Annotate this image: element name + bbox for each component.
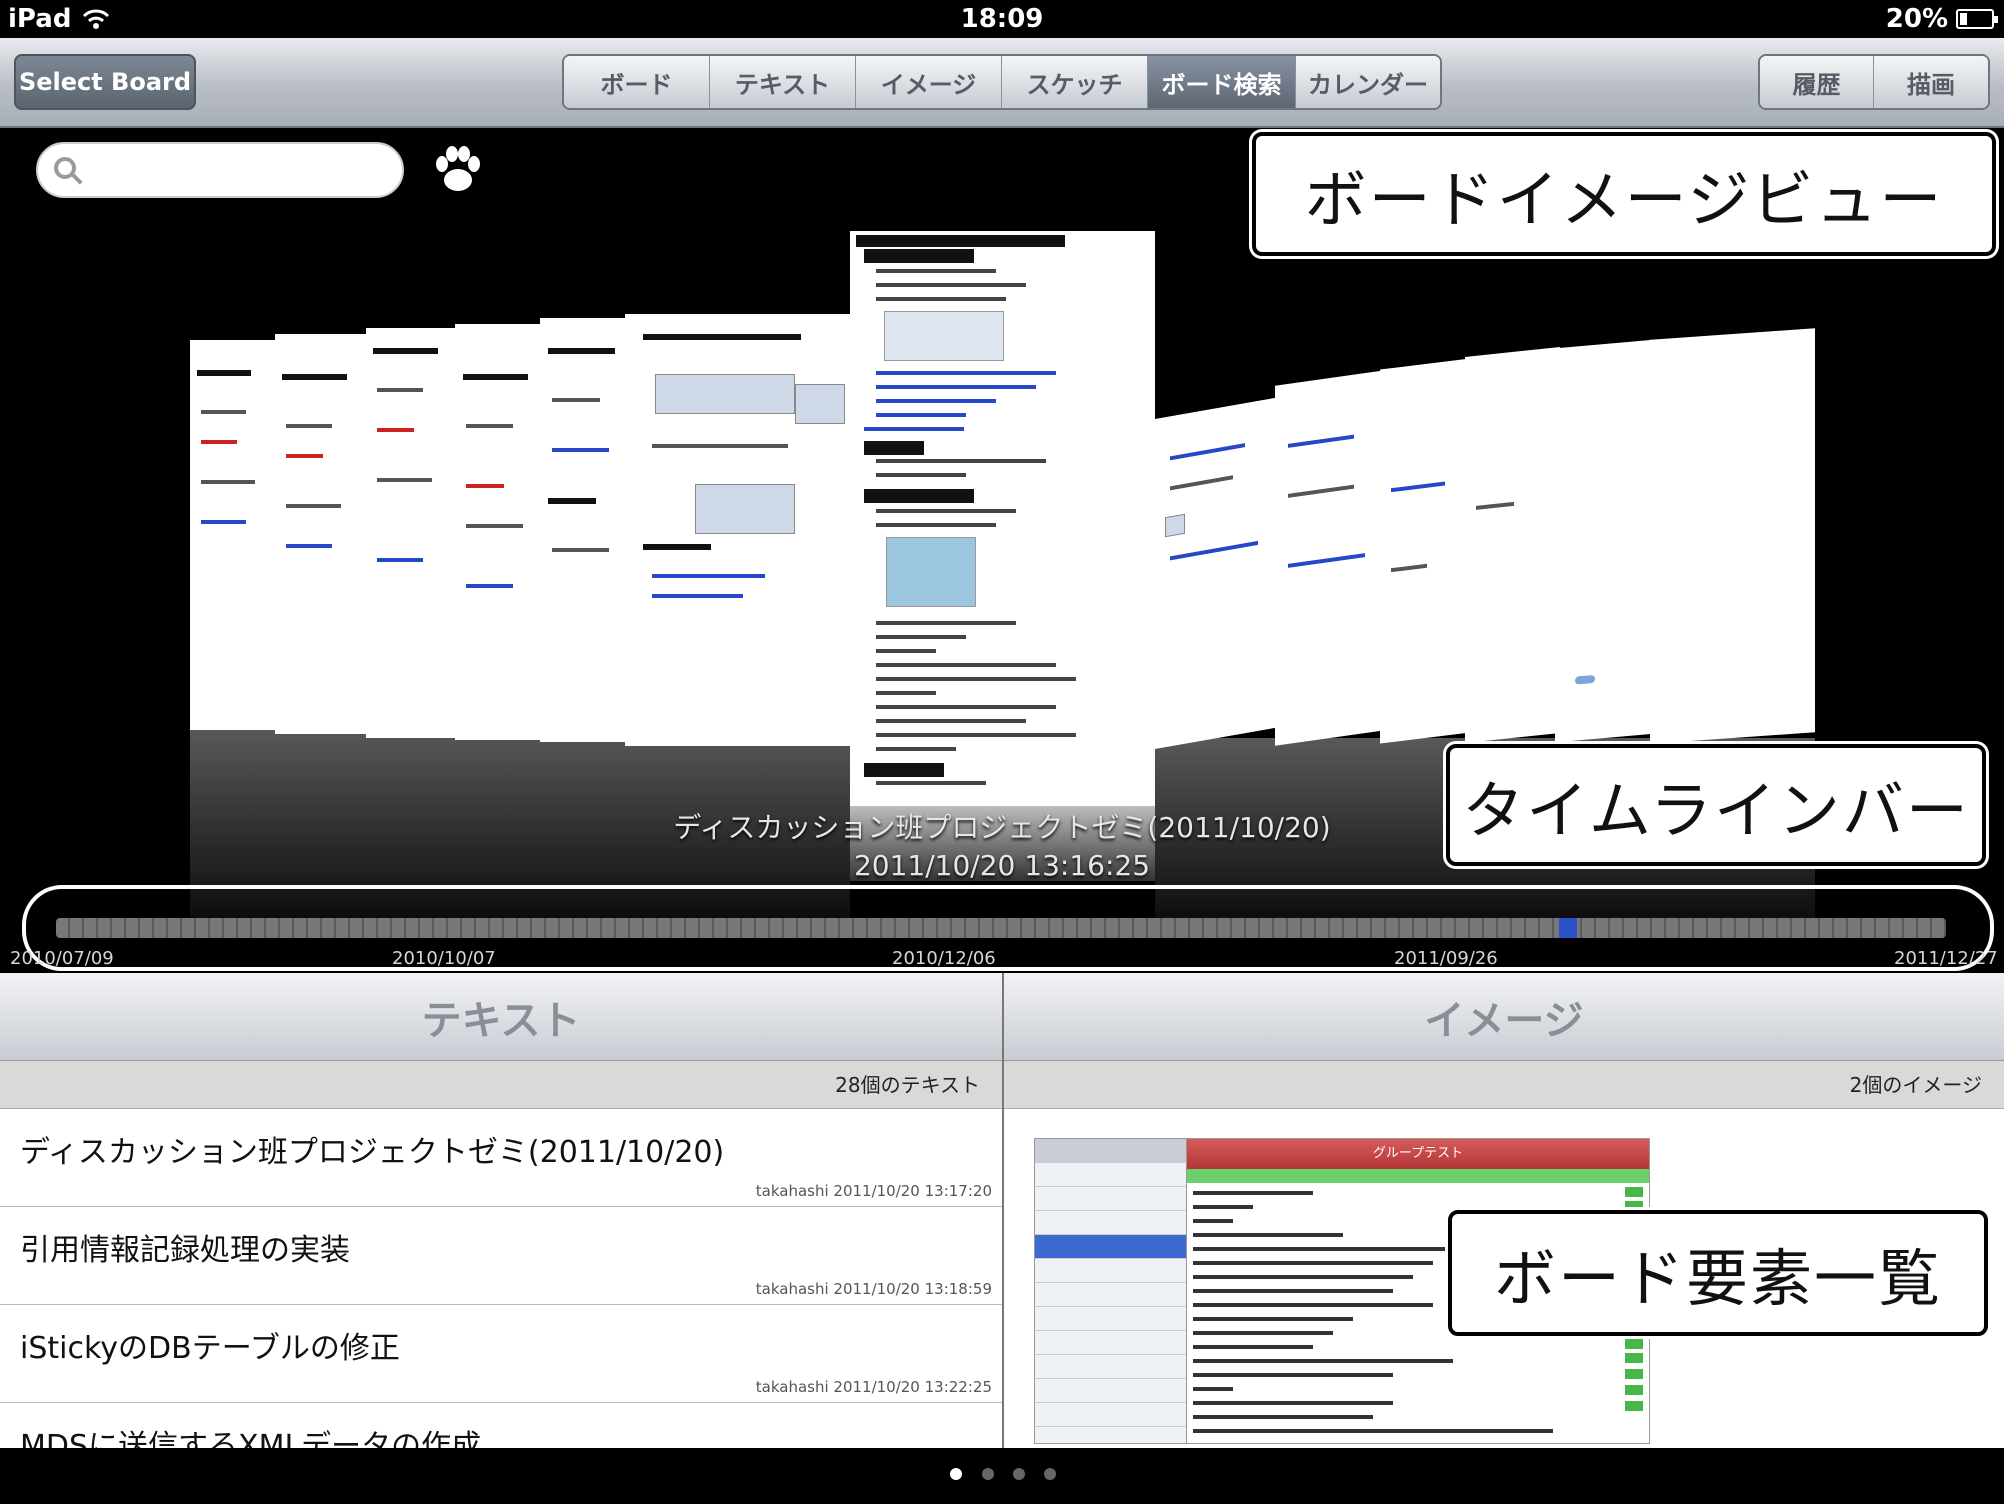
list-item-title: ディスカッション班プロジェクトゼミ(2011/10/20) [20, 1135, 725, 1170]
text-count: 28個のテキスト [0, 1061, 1002, 1109]
text-panel-header: テキスト [0, 973, 1002, 1061]
board-card[interactable] [1650, 328, 1815, 744]
board-card[interactable] [190, 340, 280, 730]
tab-calendar[interactable]: カレンダー [1296, 56, 1440, 108]
view-tabs: ボード テキスト イメージ スケッチ ボード検索 カレンダー [562, 54, 1442, 110]
status-right: 20% [1885, 4, 1998, 34]
select-board-button[interactable]: Select Board [14, 54, 196, 110]
timeline-thumb[interactable] [1559, 918, 1577, 938]
board-card-selected[interactable] [850, 231, 1155, 881]
callout-timeline-bar: タイムラインバー [1446, 744, 1986, 866]
page-dot[interactable] [982, 1468, 994, 1480]
image-panel-header: イメージ [1004, 973, 2004, 1061]
thumbnail-title: グループテスト [1187, 1139, 1649, 1169]
status-bar: iPad 18:09 20% [0, 0, 2004, 38]
list-item-title: MDSに送信するXMLデータの作成 [20, 1429, 482, 1448]
search-input[interactable] [36, 142, 404, 198]
list-item-title: iStickyのDBテーブルの修正 [20, 1331, 400, 1366]
callout-board-image-view: ボードイメージビュー [1252, 132, 1996, 256]
list-item-meta: takahashi 2011/10/20 13:18:59 [755, 1280, 992, 1298]
paw-icon[interactable] [430, 142, 486, 198]
timeline-date: 2011/09/26 [1394, 948, 1498, 969]
tab-board-search[interactable]: ボード検索 [1148, 56, 1296, 108]
timeline-date: 2010/10/07 [392, 948, 496, 969]
text-panel: テキスト 28個のテキスト ディスカッション班プロジェクトゼミ(2011/10/… [0, 973, 1002, 1448]
board-card[interactable] [540, 318, 636, 742]
search-icon [54, 157, 76, 179]
tab-image[interactable]: イメージ [856, 56, 1002, 108]
list-item[interactable]: MDSに送信するXMLデータの作成 [0, 1403, 1002, 1448]
timeline-bar[interactable] [56, 918, 1946, 938]
list-item-title: 引用情報記録処理の実装 [20, 1233, 350, 1268]
list-item[interactable]: 引用情報記録処理の実装 takahashi 2011/10/20 13:18:5… [0, 1207, 1002, 1305]
board-card[interactable] [1465, 347, 1560, 743]
list-item[interactable]: iStickyのDBテーブルの修正 takahashi 2011/10/20 1… [0, 1305, 1002, 1403]
timeline-date: 2011/12/27 [1894, 948, 1998, 969]
thumbnail-group-bar [1187, 1169, 1649, 1183]
board-card[interactable] [1380, 358, 1470, 744]
page-indicator [0, 1448, 2004, 1504]
board-card[interactable] [275, 334, 367, 734]
history-button[interactable]: 履歴 [1760, 56, 1875, 108]
page-dot[interactable] [1013, 1468, 1025, 1480]
list-item[interactable]: ディスカッション班プロジェクトゼミ(2011/10/20) takahashi … [0, 1109, 1002, 1207]
board-card[interactable] [1275, 370, 1385, 746]
board-card[interactable] [366, 328, 458, 738]
thumbnail-sidebar [1035, 1139, 1187, 1443]
callout-board-elements: ボード要素一覧 [1448, 1210, 1988, 1336]
board-card[interactable] [455, 324, 549, 740]
battery-icon [1956, 9, 1998, 29]
list-item-meta: takahashi 2011/10/20 13:17:20 [755, 1182, 992, 1200]
page-dot[interactable] [1044, 1468, 1056, 1480]
image-count: 2個のイメージ [1004, 1061, 2004, 1109]
tab-text[interactable]: テキスト [710, 56, 856, 108]
tab-sketch[interactable]: スケッチ [1002, 56, 1148, 108]
page-dot[interactable] [950, 1468, 962, 1480]
status-time: 18:09 [960, 4, 1044, 34]
list-item-meta: takahashi 2011/10/20 13:22:25 [755, 1378, 992, 1396]
board-card[interactable] [1555, 339, 1655, 743]
timeline-date: 2010/07/09 [10, 948, 114, 969]
board-card[interactable] [1155, 396, 1280, 750]
action-buttons: 履歴 描画 [1758, 54, 1990, 110]
draw-button[interactable]: 描画 [1874, 56, 1988, 108]
toolbar: Select Board ボード テキスト イメージ スケッチ ボード検索 カレ… [0, 38, 2004, 128]
board-image-view: ディスカッション班プロジェクトゼミ(2011/10/20) 2011/10/20… [0, 128, 2004, 973]
tab-board[interactable]: ボード [564, 56, 710, 108]
timeline-date: 2010/12/06 [892, 948, 996, 969]
board-card[interactable] [625, 314, 851, 746]
battery-percent: 20% [1885, 4, 1948, 34]
